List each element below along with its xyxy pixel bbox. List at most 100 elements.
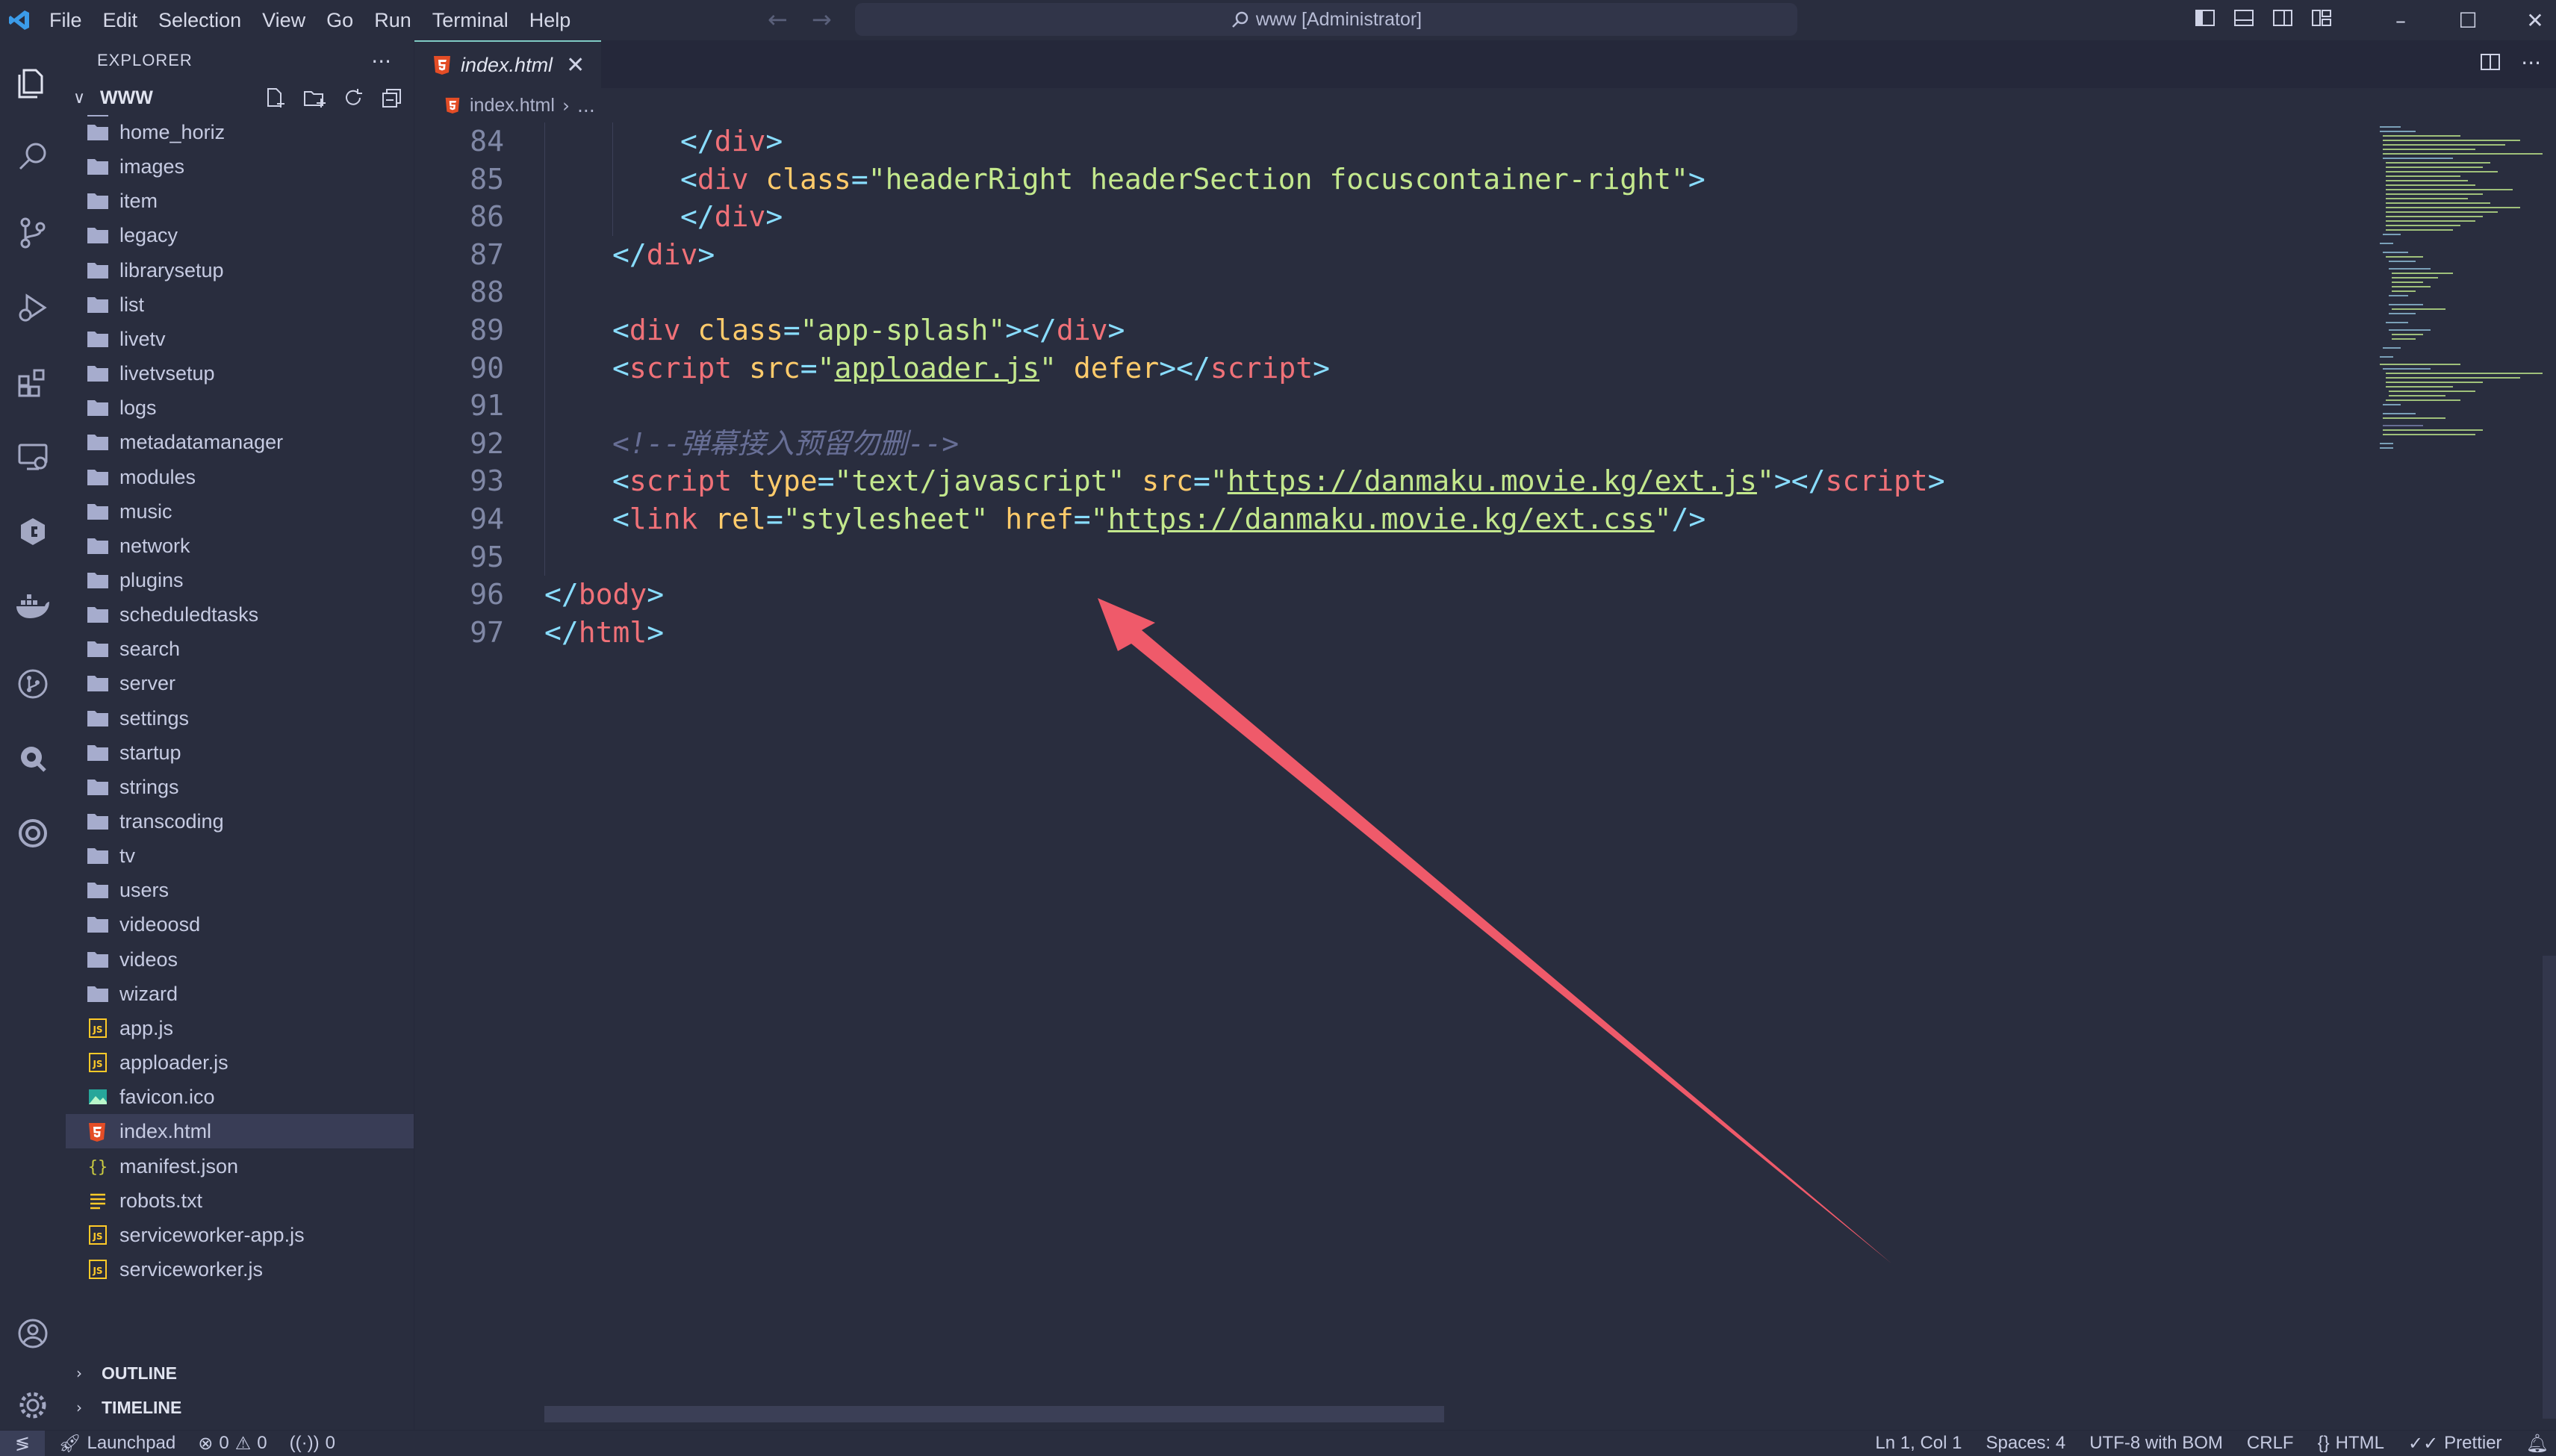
folder-row[interactable]: metadatamanager [66,425,414,459]
menu-file[interactable]: File [39,0,93,40]
forward-arrow-icon[interactable]: → [812,7,832,31]
timeline-section[interactable]: › TIMELINE [66,1390,414,1425]
run-debug-icon[interactable] [12,287,54,329]
folder-row[interactable]: scheduledtasks [66,597,414,632]
toggle-panel-icon[interactable] [2233,7,2255,29]
new-folder-icon[interactable] [303,87,326,109]
accounts-icon[interactable] [12,1313,54,1354]
folder-row[interactable]: server [66,666,414,700]
code-line[interactable]: 94 <link rel="stylesheet" href="https://d… [414,500,2363,538]
search-activity-icon[interactable] [12,136,54,178]
menu-go[interactable]: Go [316,0,364,40]
docker-icon[interactable] [12,585,54,627]
toggle-primary-sidebar-icon[interactable] [2194,7,2216,29]
indentation[interactable]: Spaces: 4 [1986,1433,2065,1454]
menu-edit[interactable]: Edit [93,0,149,40]
folder-row[interactable]: librarysetup [66,253,414,287]
customize-layout-icon[interactable] [2310,7,2333,29]
file-row[interactable]: JS serviceworker.js [66,1252,414,1287]
code-line[interactable]: 89 <div class="app-splash"></div> [414,311,2363,349]
end-of-line[interactable]: CRLF [2247,1433,2294,1454]
code-line[interactable]: 96 </body> [414,576,2363,613]
breadcrumb-file[interactable]: index.html [470,95,555,116]
root-folder-row[interactable]: ∨ WWW [66,81,414,115]
code-line[interactable]: 86 </div> [414,198,2363,235]
file-encoding[interactable]: UTF-8 with BOM [2089,1433,2223,1454]
folder-row[interactable]: tv [66,839,414,873]
folder-row[interactable]: startup [66,735,414,770]
cursor-position[interactable]: Ln 1, Col 1 [1875,1433,1962,1454]
settings-gear-icon[interactable] [12,1384,54,1426]
close-window-icon[interactable]: ✕ [2501,8,2556,33]
folder-row[interactable]: wizard [66,977,414,1011]
folder-row[interactable]: item [66,184,414,218]
collapse-all-icon[interactable] [381,87,403,109]
code-line[interactable]: 92 <!--弹幕接入预留勿删--> [414,425,2363,462]
file-row[interactable]: JS apploader.js [66,1045,414,1080]
code-line[interactable]: 93 <script type="text/javascript" src="ht… [414,462,2363,500]
more-actions-icon[interactable]: ··· [371,49,391,74]
file-row[interactable]: favicon.ico [66,1080,414,1114]
folder-row[interactable]: settings [66,701,414,735]
code-line[interactable]: 95 [414,538,2363,576]
folder-row[interactable]: strings [66,770,414,804]
refresh-icon[interactable] [342,87,364,109]
editor-more-icon[interactable]: ··· [2521,51,2541,75]
tab-index-html[interactable]: index.html ✕ [414,40,601,88]
folder-row[interactable]: videoosd [66,907,414,942]
menu-run[interactable]: Run [364,0,422,40]
ports-item[interactable]: ((·)) 0 [290,1433,335,1454]
code-line[interactable]: 91 [414,387,2363,424]
remote-indicator-icon[interactable]: ≶ [0,1431,45,1456]
folder-row[interactable]: plugins [66,563,414,597]
explorer-icon[interactable] [12,61,54,103]
remote-explorer-icon[interactable] [12,436,54,478]
folder-row[interactable]: modules [66,460,414,494]
file-row[interactable]: JS app.js [66,1011,414,1045]
file-row[interactable]: {} manifest.json [66,1149,414,1183]
extensions-icon[interactable] [12,361,54,403]
folder-row[interactable]: home_horiz [66,115,414,149]
toggle-secondary-sidebar-icon[interactable] [2272,7,2294,29]
folder-row[interactable]: livetvsetup [66,356,414,391]
code-line[interactable]: 84 </div> [414,122,2363,160]
close-tab-icon[interactable]: ✕ [566,52,585,78]
problems-item[interactable]: ⊗ 0 ⚠ 0 [198,1433,267,1455]
folder-row[interactable]: images [66,149,414,184]
folder-row[interactable]: network [66,529,414,563]
gitlens-icon[interactable] [12,511,54,553]
code-line[interactable]: 88 [414,273,2363,311]
menu-help[interactable]: Help [519,0,582,40]
source-control-icon[interactable] [12,212,54,254]
minimize-icon[interactable]: – [2367,8,2434,33]
code-line[interactable]: 90 <script src="apploader.js" defer></scr… [414,349,2363,387]
maximize-icon[interactable]: ☐ [2434,8,2501,33]
folder-row[interactable]: users [66,873,414,907]
notifications-bell-icon[interactable]: 🔔︎ [2526,1433,2549,1455]
breadcrumb-ellipsis[interactable]: ... [577,95,595,116]
menu-view[interactable]: View [252,0,316,40]
search-panel-icon[interactable] [12,738,54,780]
menu-terminal[interactable]: Terminal [422,0,519,40]
code-line[interactable]: 85 <div class="headerRight headerSection … [414,161,2363,198]
back-arrow-icon[interactable]: ← [768,7,788,31]
folder-row[interactable]: videos [66,942,414,977]
folder-row[interactable]: list [66,287,414,322]
git-graph-icon[interactable] [12,663,54,705]
file-row[interactable]: robots.txt [66,1183,414,1218]
outline-section[interactable]: › OUTLINE [66,1356,414,1390]
folder-row[interactable]: search [66,632,414,666]
file-row[interactable]: index.html [66,1114,414,1149]
minimap[interactable] [2371,122,2550,1429]
folder-row[interactable]: logs [66,391,414,425]
new-file-icon[interactable] [264,87,287,109]
menu-selection[interactable]: Selection [148,0,252,40]
folder-row[interactable]: livetv [66,322,414,356]
vertical-scrollbar[interactable] [2543,956,2556,1419]
launchpad-item[interactable]: 🚀︎ Launchpad [58,1433,175,1455]
prettier-item[interactable]: ✓✓ Prettier [2408,1433,2502,1455]
folder-row[interactable]: legacy [66,218,414,252]
copilot-icon[interactable] [12,812,54,854]
folder-row[interactable]: transcoding [66,804,414,839]
code-line[interactable]: 97 </html> [414,614,2363,651]
